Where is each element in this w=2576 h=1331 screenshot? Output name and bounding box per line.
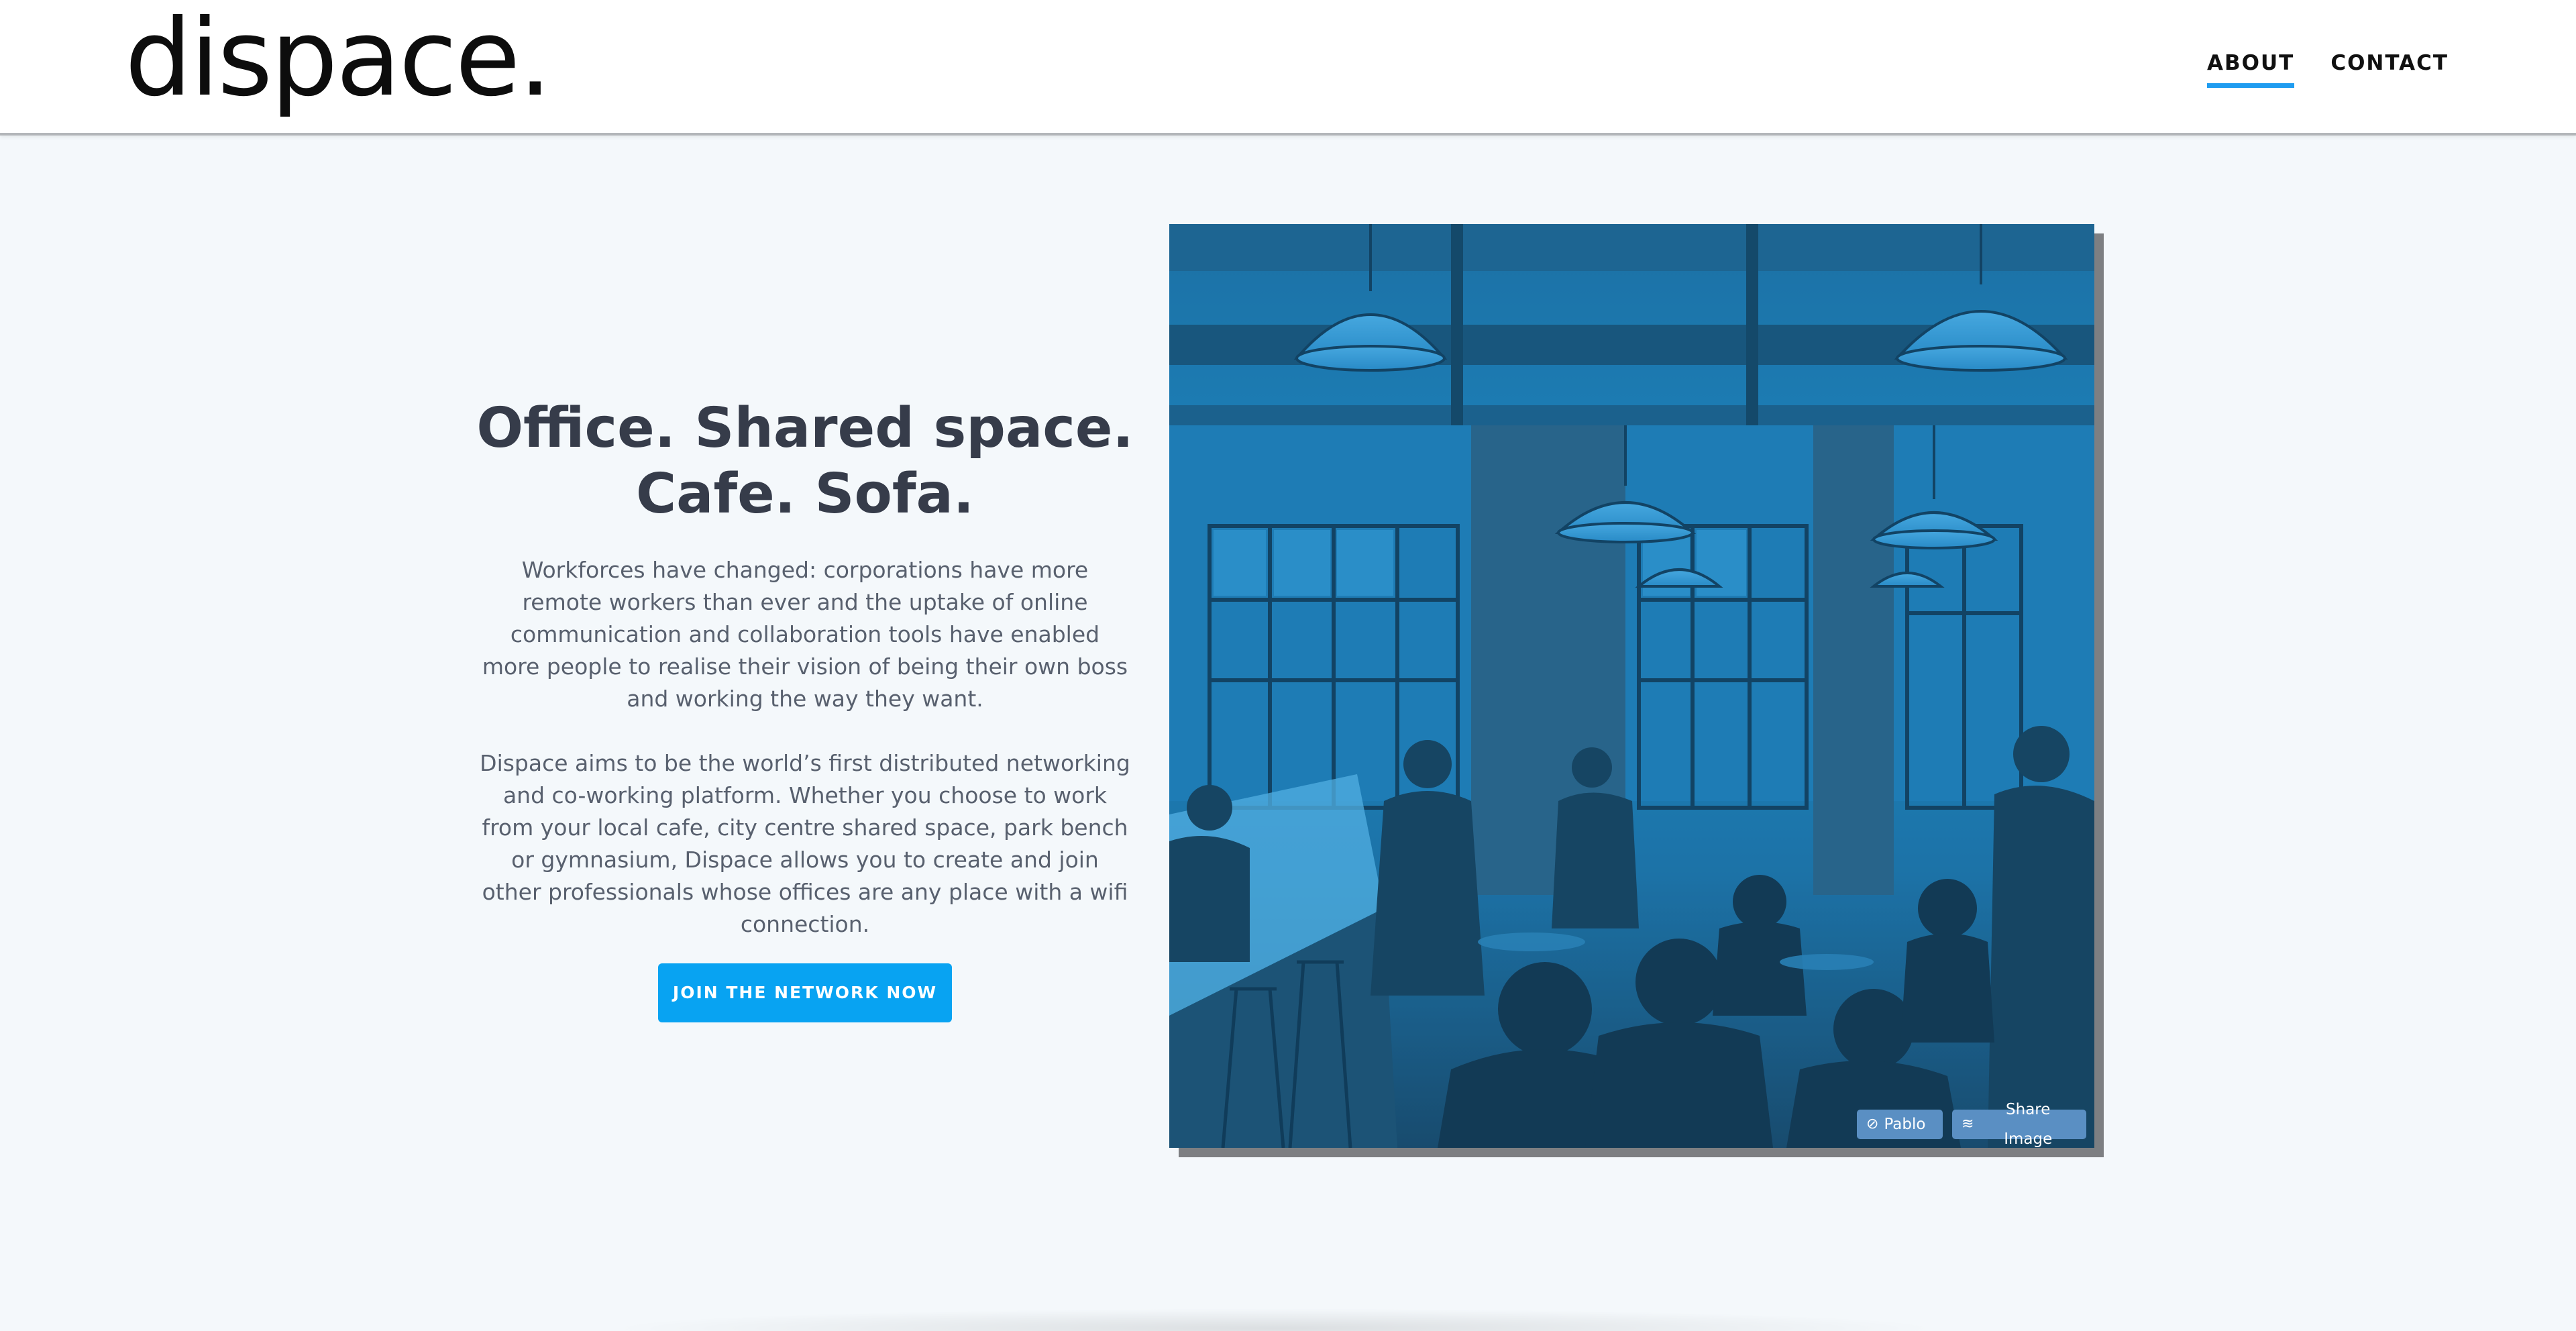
pablo-icon: ⊘ (1866, 1116, 1879, 1132)
share-image-button[interactable]: ≋ Share Image (1952, 1101, 2086, 1148)
cafe-photo-illustration (1169, 224, 2094, 1148)
site-header: dispace. ABOUT CONTACT (0, 0, 2576, 136)
hero-paragraph-2: Dispace aims to be the world’s first dis… (480, 750, 1130, 937)
join-network-button[interactable]: JOIN THE NETWORK NOW (658, 963, 952, 1022)
page: dispace. ABOUT CONTACT Office. Shared sp… (0, 0, 2576, 1331)
main-nav: ABOUT CONTACT (2207, 48, 2449, 88)
hero-text-block: Office. Shared space. Cafe. Sofa. Workfo… (470, 396, 1140, 1022)
hero-title: Office. Shared space. Cafe. Sofa. (470, 396, 1140, 527)
share-image-label: Share Image (2004, 1101, 2053, 1148)
nav-about-link[interactable]: ABOUT (2207, 48, 2295, 88)
hero-photo-frame: ⊘ Pablo ≋ Share Image (1169, 224, 2094, 1148)
layers-icon: ≋ (1962, 1116, 1974, 1132)
next-section-shadow (604, 1308, 1945, 1331)
pablo-button-label: Pablo (1884, 1116, 1926, 1133)
hero-paragraph-1: Workforces have changed: corporations ha… (482, 557, 1128, 712)
pablo-button[interactable]: ⊘ Pablo (1857, 1110, 1943, 1139)
nav-contact-link[interactable]: CONTACT (2330, 48, 2449, 88)
hero-title-line-1: Office. Shared space. (476, 396, 1134, 460)
logo[interactable]: dispace. (125, 1, 552, 115)
hero-title-line-2: Cafe. Sofa. (635, 462, 975, 526)
cafe-photo: ⊘ Pablo ≋ Share Image (1169, 224, 2094, 1148)
